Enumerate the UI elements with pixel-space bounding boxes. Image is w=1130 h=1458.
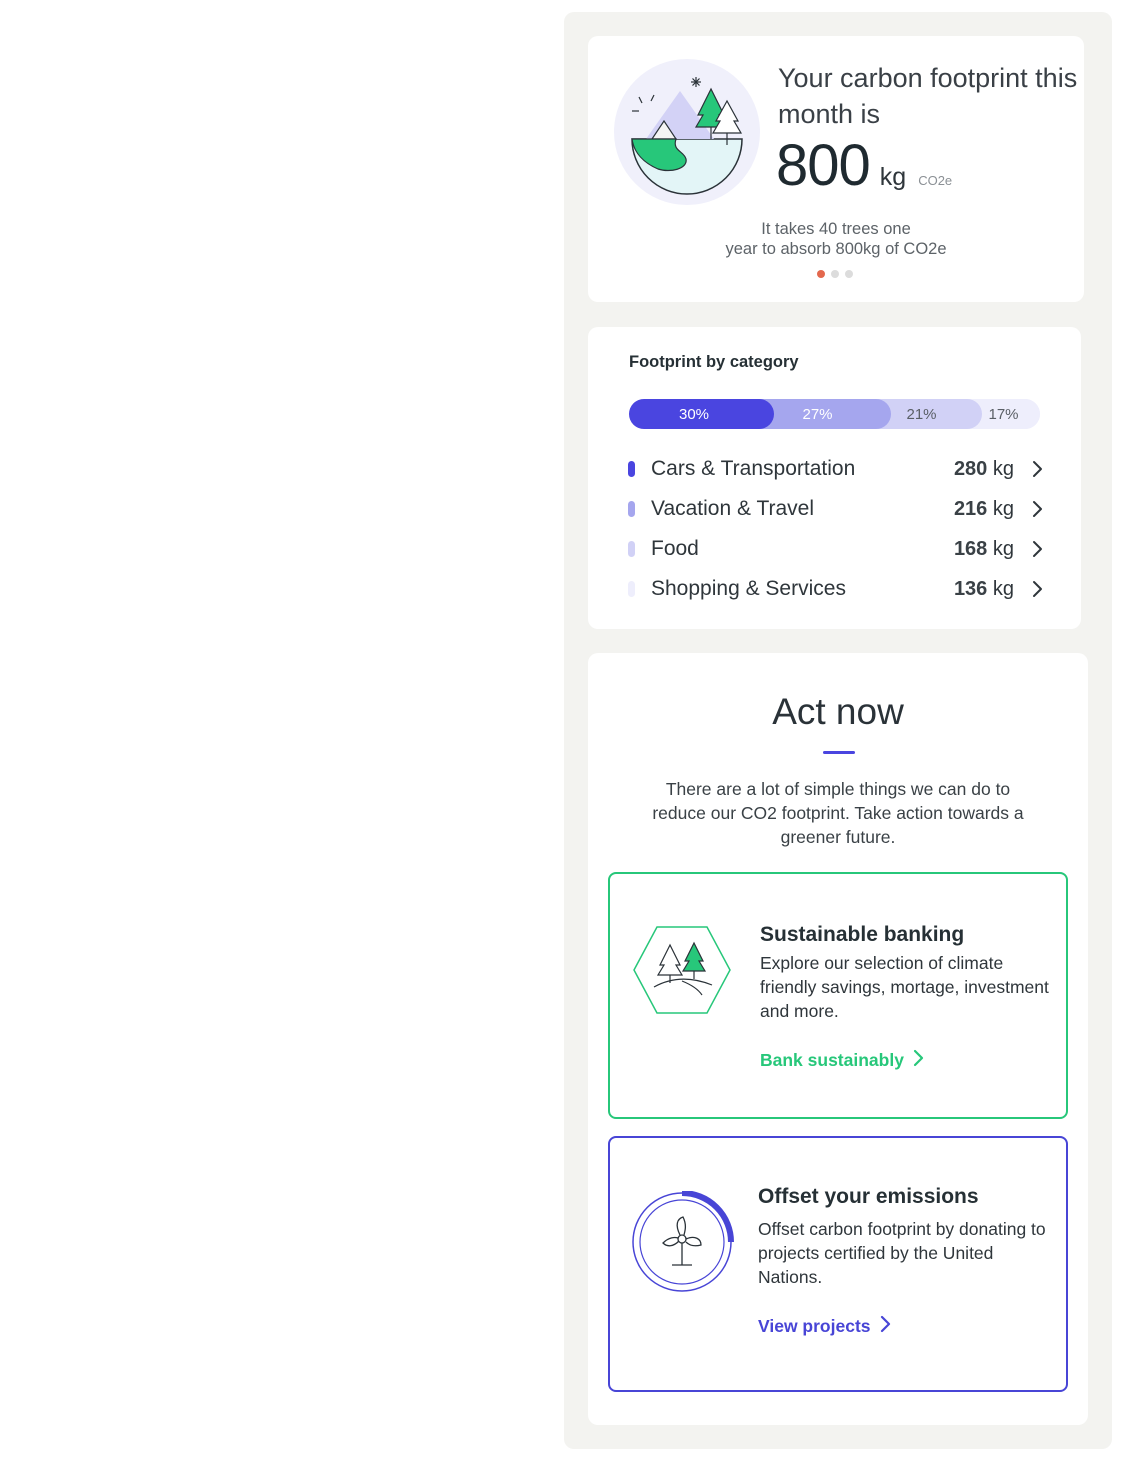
offset-emissions-tile[interactable]: Offset your emissions Offset carbon foot…	[608, 1136, 1068, 1392]
category-color-swatch	[628, 501, 635, 517]
tile-description: Explore our selection of climate friendl…	[760, 953, 1049, 1021]
category-unit: kg	[992, 537, 1014, 560]
category-label: Vacation & Travel	[651, 497, 815, 520]
sustainable-banking-tile[interactable]: Sustainable banking Explore our selectio…	[608, 872, 1068, 1119]
category-color-swatch	[628, 461, 635, 477]
category-amount: 168	[953, 537, 988, 560]
footprint-note-line1: It takes 40 trees one	[761, 220, 911, 238]
link-label: Bank sustainably	[760, 1050, 904, 1070]
category-row[interactable]: Shopping & Services 136 kg	[628, 569, 1048, 609]
tile-title: Sustainable banking	[760, 923, 965, 946]
carousel-dot-3[interactable]	[845, 270, 853, 278]
trees-hexagon-icon	[632, 925, 732, 1020]
title-underline	[823, 751, 855, 754]
category-value: 216 kg	[954, 498, 1014, 521]
footprint-value: 800	[776, 133, 871, 198]
category-row[interactable]: Vacation & Travel 216 kg	[628, 489, 1048, 529]
category-row[interactable]: Food 168 kg	[628, 529, 1048, 569]
footprint-unit: kg	[879, 163, 907, 191]
category-value: 280 kg	[954, 458, 1014, 481]
chevron-right-icon[interactable]	[1026, 538, 1048, 560]
category-amount: 136	[953, 577, 988, 600]
category-label: Shopping & Services	[651, 577, 846, 600]
tile-description: Offset carbon footprint by donating to p…	[758, 1219, 1046, 1287]
sustainable-banking-body: Sustainable banking Explore our selectio…	[760, 923, 1060, 1072]
category-value: 168 kg	[954, 538, 1014, 561]
act-now-title: Act now	[772, 691, 904, 732]
footprint-card[interactable]: Your carbon footprint this month is 800 …	[588, 36, 1084, 302]
footprint-headline: Your carbon footprint this month is	[778, 63, 1078, 129]
act-now-card: Act now There are a lot of simple things…	[588, 653, 1088, 1425]
chevron-right-icon[interactable]	[1026, 498, 1048, 520]
category-card: Footprint by category 30% 27% 21% 17% Cars …	[588, 327, 1081, 629]
category-title: Footprint by category	[629, 353, 799, 371]
chevron-right-icon[interactable]	[1026, 458, 1048, 480]
offset-emissions-body: Offset your emissions Offset carbon foot…	[758, 1185, 1058, 1338]
category-color-swatch	[628, 541, 635, 557]
category-stacked-bar: 30% 27% 21% 17%	[629, 399, 1040, 429]
category-unit: kg	[992, 457, 1014, 480]
carousel-dot-2[interactable]	[831, 270, 839, 278]
footprint-note: It takes 40 trees one year to absorb 800…	[588, 219, 1084, 259]
footprint-unit-sub: CO2e	[918, 173, 953, 188]
tile-title: Offset your emissions	[758, 1185, 979, 1208]
chevron-right-icon[interactable]	[1026, 578, 1048, 600]
category-label: Food	[651, 537, 699, 560]
category-value: 136 kg	[954, 578, 1014, 601]
category-amount: 280	[953, 457, 988, 480]
chevron-right-icon	[879, 1315, 891, 1338]
carousel-dot-1[interactable]	[817, 270, 825, 278]
category-row[interactable]: Cars & Transportation 280 kg	[628, 449, 1048, 489]
footprint-note-line2: year to absorb 800kg of CO2e	[725, 240, 947, 258]
mountain-trees-illustration	[614, 59, 760, 205]
category-color-swatch	[628, 581, 635, 597]
category-unit: kg	[992, 497, 1014, 520]
bank-sustainably-link[interactable]: Bank sustainably	[760, 1049, 924, 1072]
view-projects-link[interactable]: View projects	[758, 1315, 891, 1338]
carousel-dots	[817, 270, 853, 278]
link-label: View projects	[758, 1316, 871, 1336]
category-list: Cars & Transportation 280 kg Vacation & Tr…	[628, 449, 1048, 609]
category-amount: 216	[953, 497, 988, 520]
category-unit: kg	[992, 577, 1014, 600]
bar-segment: 30%	[629, 399, 774, 429]
act-now-text: There are a lot of simple things we can …	[652, 779, 1024, 847]
chevron-right-icon	[912, 1049, 924, 1072]
footprint-value-group: 800 kg CO2e	[776, 134, 952, 198]
wind-turbine-icon	[631, 1190, 735, 1300]
category-label: Cars & Transportation	[651, 457, 856, 480]
